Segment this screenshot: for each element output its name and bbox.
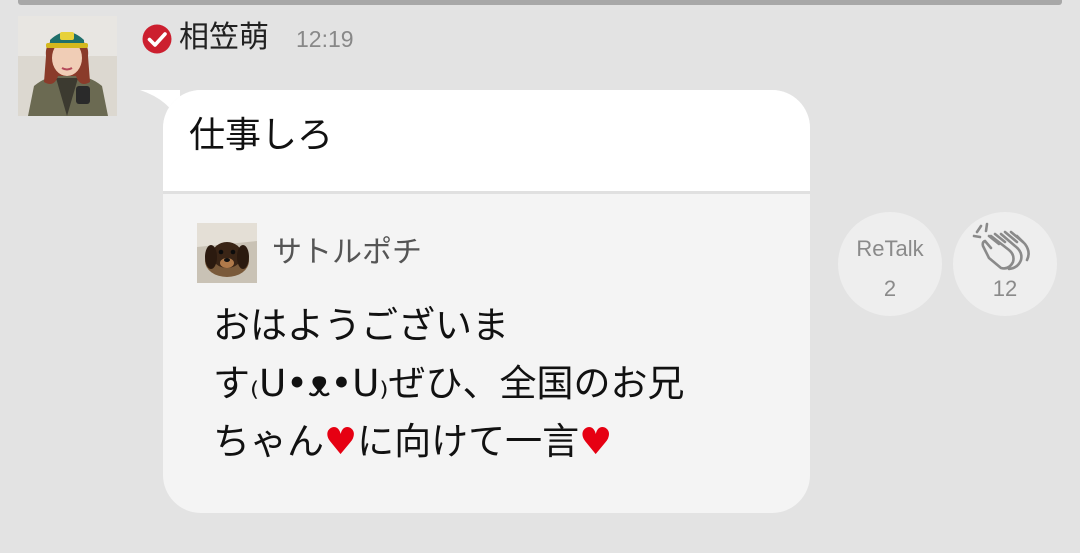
quoted-text-line-3-middle: に向けて一言	[357, 420, 580, 463]
quoted-author-avatar[interactable]	[197, 223, 257, 283]
message-bubble[interactable]: 仕事しろ サトルポチ おはようございま す₍U•ᴥ•U₎ぜひ、全国のお兄 ちゃん…	[163, 90, 810, 513]
retalk-count: 2	[883, 276, 897, 301]
heart-icon: ♥	[579, 420, 613, 463]
clap-count: 12	[992, 276, 1018, 301]
clap-button[interactable]: 12	[953, 212, 1057, 316]
top-divider-bar	[18, 0, 1062, 5]
quote-divider	[163, 191, 810, 194]
quoted-author-name[interactable]: サトルポチ	[272, 233, 422, 273]
quoted-text-line-3: ちゃん♥に向けて一言♥	[213, 414, 612, 470]
quoted-text-line-1: おはようございま	[213, 304, 509, 347]
clapping-hands-icon	[972, 222, 1030, 271]
quoted-text-line-2: す₍U•ᴥ•U₎ぜひ、全国のお兄	[213, 362, 685, 405]
message-body: 仕事しろ	[163, 90, 810, 191]
sender-name[interactable]: 相笠萌	[179, 18, 269, 58]
avatar-image	[18, 16, 117, 116]
sender-avatar[interactable]	[18, 16, 117, 116]
dog-avatar-image	[197, 223, 257, 283]
quoted-text-line-3-start: ちゃん	[213, 420, 324, 463]
retalk-button[interactable]: ReTalk 2	[838, 212, 942, 316]
message-text: 仕事しろ	[189, 115, 334, 156]
retalk-label: ReTalk	[856, 236, 924, 261]
verified-check-icon	[142, 24, 172, 54]
heart-icon: ♥	[324, 420, 358, 463]
post-timestamp: 12:19	[296, 26, 354, 52]
